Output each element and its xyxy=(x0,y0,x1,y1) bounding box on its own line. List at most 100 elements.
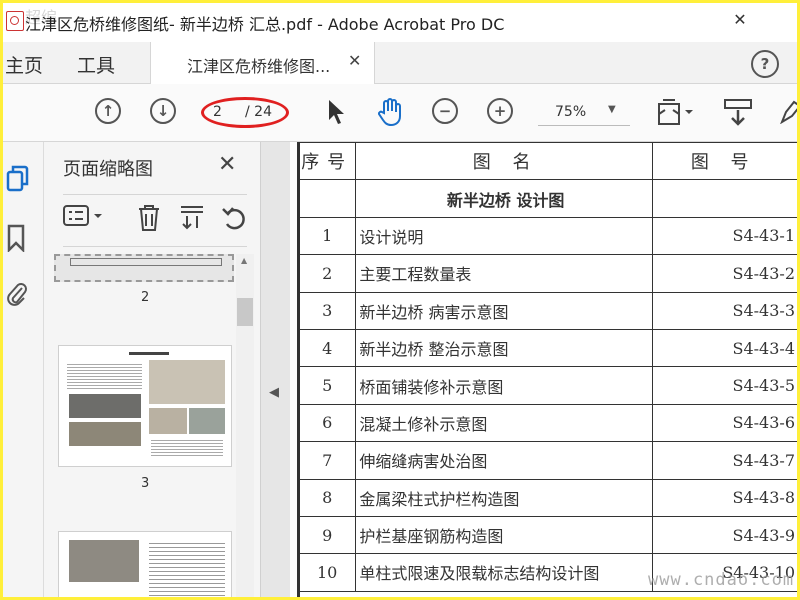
divider xyxy=(63,246,247,247)
close-window-button[interactable]: ✕ xyxy=(728,8,752,32)
document-view[interactable]: 序号 图 名 图 号 新半边桥 设计图 1 设计说明 S4-43-1 2 主要工程数量表… xyxy=(290,142,800,600)
options-menu-icon[interactable] xyxy=(63,204,105,233)
panel-title: 页面缩略图 xyxy=(63,159,153,180)
panel-splitter[interactable]: ◀ xyxy=(260,142,290,600)
table-row: 3 新半边桥 病害示意图 S4-43-3 xyxy=(297,291,800,330)
hand-tool-icon[interactable] xyxy=(375,97,405,133)
previous-page-button[interactable]: ↑ xyxy=(95,98,121,124)
thumbnail-title-line xyxy=(129,352,169,355)
drawing-name: 主要工程数量表 xyxy=(355,254,653,293)
close-tab-icon[interactable]: ✕ xyxy=(348,51,361,70)
thumbnail-page-label: 3 xyxy=(141,476,150,491)
row-number: 2 xyxy=(297,254,357,293)
site-watermark: www.cndao.com xyxy=(648,570,795,590)
drawing-name: 混凝土修补示意图 xyxy=(355,403,653,443)
row-number: 4 xyxy=(297,328,357,368)
drawing-index-table: 序号 图 名 图 号 新半边桥 设计图 1 设计说明 S4-43-1 2 主要工程数量表… xyxy=(297,142,800,592)
table-row: 5 桥面铺装修补示意图 S4-43-5 xyxy=(297,366,800,405)
drawing-code: S4-43-9 xyxy=(651,515,800,555)
row-number: 10 xyxy=(297,553,357,592)
table-row: 2 主要工程数量表 S4-43-2 xyxy=(297,254,800,293)
thumbnail-photo xyxy=(69,394,141,418)
thumbnail-text xyxy=(151,438,223,458)
row-number: 3 xyxy=(297,291,357,330)
drawing-code: S4-43-7 xyxy=(651,441,800,480)
thumbnail-photo xyxy=(149,408,187,434)
row-number: 6 xyxy=(297,403,357,443)
next-page-button[interactable]: ↓ xyxy=(150,98,176,124)
delete-icon[interactable] xyxy=(137,204,161,237)
scroll-mode-icon[interactable] xyxy=(723,98,755,134)
highlight-annotation-oval xyxy=(201,97,289,128)
window-title: 江津区危桥维修图纸- 新半边桥 汇总.pdf - Adobe Acrobat P… xyxy=(25,15,505,34)
pen-icon[interactable] xyxy=(779,100,800,130)
drawing-name: 单柱式限速及限载标志结构设计图 xyxy=(355,553,653,592)
row-number: 5 xyxy=(297,366,357,405)
row-number: 9 xyxy=(297,515,357,555)
close-panel-icon[interactable]: ✕ xyxy=(218,152,236,177)
thumbnail-text xyxy=(67,362,142,390)
acrobat-app-icon xyxy=(6,11,24,31)
tab-document[interactable]: 江津区危桥维修图... ✕ xyxy=(150,42,375,84)
table-row: 4 新半边桥 整治示意图 S4-43-4 xyxy=(297,328,800,368)
header-no: 序号 xyxy=(297,142,357,181)
drawing-code: S4-43-4 xyxy=(651,328,800,368)
drawing-code: S4-43-6 xyxy=(651,403,800,443)
drawing-name: 金属梁柱式护栏构造图 xyxy=(355,478,653,517)
scroll-up-icon[interactable]: ▲ xyxy=(241,256,247,265)
thumbnail-photo xyxy=(189,408,225,434)
section-spacer xyxy=(651,179,800,218)
header-name: 图 名 xyxy=(355,142,653,181)
section-title: 新半边桥 设计图 xyxy=(355,179,653,218)
collapse-panel-icon[interactable]: ◀ xyxy=(269,385,279,400)
thumbnail-content xyxy=(70,258,222,266)
thumbnail-page-3[interactable] xyxy=(58,345,232,467)
help-icon[interactable]: ? xyxy=(751,50,779,78)
drawing-code: S4-43-5 xyxy=(651,366,800,405)
tab-home[interactable]: 主页 xyxy=(5,51,43,78)
drawing-code: S4-43-3 xyxy=(651,291,800,330)
thumbnail-page-label: 2 xyxy=(141,290,150,305)
zoom-select[interactable]: 75% ▼ xyxy=(538,98,630,126)
thumbnail-photo xyxy=(69,540,139,582)
tab-bar: 主页 工具 江津区危桥维修图... ✕ ? xyxy=(0,42,800,84)
drawing-name: 护栏基座钢筋构造图 xyxy=(355,515,653,555)
tab-document-label: 江津区危桥维修图... xyxy=(187,57,331,76)
thumbnails-panel: 页面缩略图 ✕ 2 3 ▲ xyxy=(44,142,260,600)
rotate-icon[interactable] xyxy=(221,204,249,237)
bookmark-icon[interactable] xyxy=(6,224,26,258)
attachment-icon[interactable] xyxy=(6,280,28,314)
thumbnail-page-2[interactable] xyxy=(54,254,234,282)
table-row: 6 混凝土修补示意图 S4-43-6 xyxy=(297,403,800,443)
table-row: 9 护栏基座钢筋构造图 S4-43-9 xyxy=(297,515,800,555)
row-number: 1 xyxy=(297,216,357,256)
chevron-down-icon: ▼ xyxy=(608,104,616,115)
header-code: 图 号 xyxy=(651,142,800,181)
zoom-out-button[interactable]: − xyxy=(432,98,458,124)
table-row: 7 伸缩缝病害处治图 S4-43-7 xyxy=(297,441,800,480)
page-thumbnails-icon[interactable] xyxy=(6,164,30,200)
thumbnail-text xyxy=(149,540,225,600)
divider xyxy=(63,194,247,195)
section-row: 新半边桥 设计图 xyxy=(297,179,800,218)
extract-pages-icon[interactable] xyxy=(179,204,205,237)
table-row: 1 设计说明 S4-43-1 xyxy=(297,216,800,256)
section-spacer xyxy=(297,179,357,218)
table-row: 8 金属梁柱式护栏构造图 S4-43-8 xyxy=(297,478,800,517)
drawing-name: 设计说明 xyxy=(355,216,653,256)
thumbnail-scrollbar[interactable]: ▲ xyxy=(236,254,254,600)
drawing-name: 伸缩缝病害处治图 xyxy=(355,441,653,480)
select-arrow-icon[interactable] xyxy=(326,99,346,131)
drawing-code: S4-43-8 xyxy=(651,478,800,517)
row-number: 7 xyxy=(297,441,357,480)
fit-page-icon[interactable] xyxy=(657,98,693,134)
tab-tools[interactable]: 工具 xyxy=(77,51,115,78)
scrollbar-thumb[interactable] xyxy=(237,298,253,326)
drawing-code: S4-43-2 xyxy=(651,254,800,293)
zoom-in-button[interactable]: + xyxy=(487,98,513,124)
main-toolbar: ↑ ↓ 2 / 24 − + 75% ▼ xyxy=(0,84,800,142)
drawing-name: 桥面铺装修补示意图 xyxy=(355,366,653,405)
zoom-value: 75% xyxy=(555,104,587,120)
thumbnail-page-4[interactable] xyxy=(58,531,232,600)
drawing-code: S4-43-1 xyxy=(651,216,800,256)
